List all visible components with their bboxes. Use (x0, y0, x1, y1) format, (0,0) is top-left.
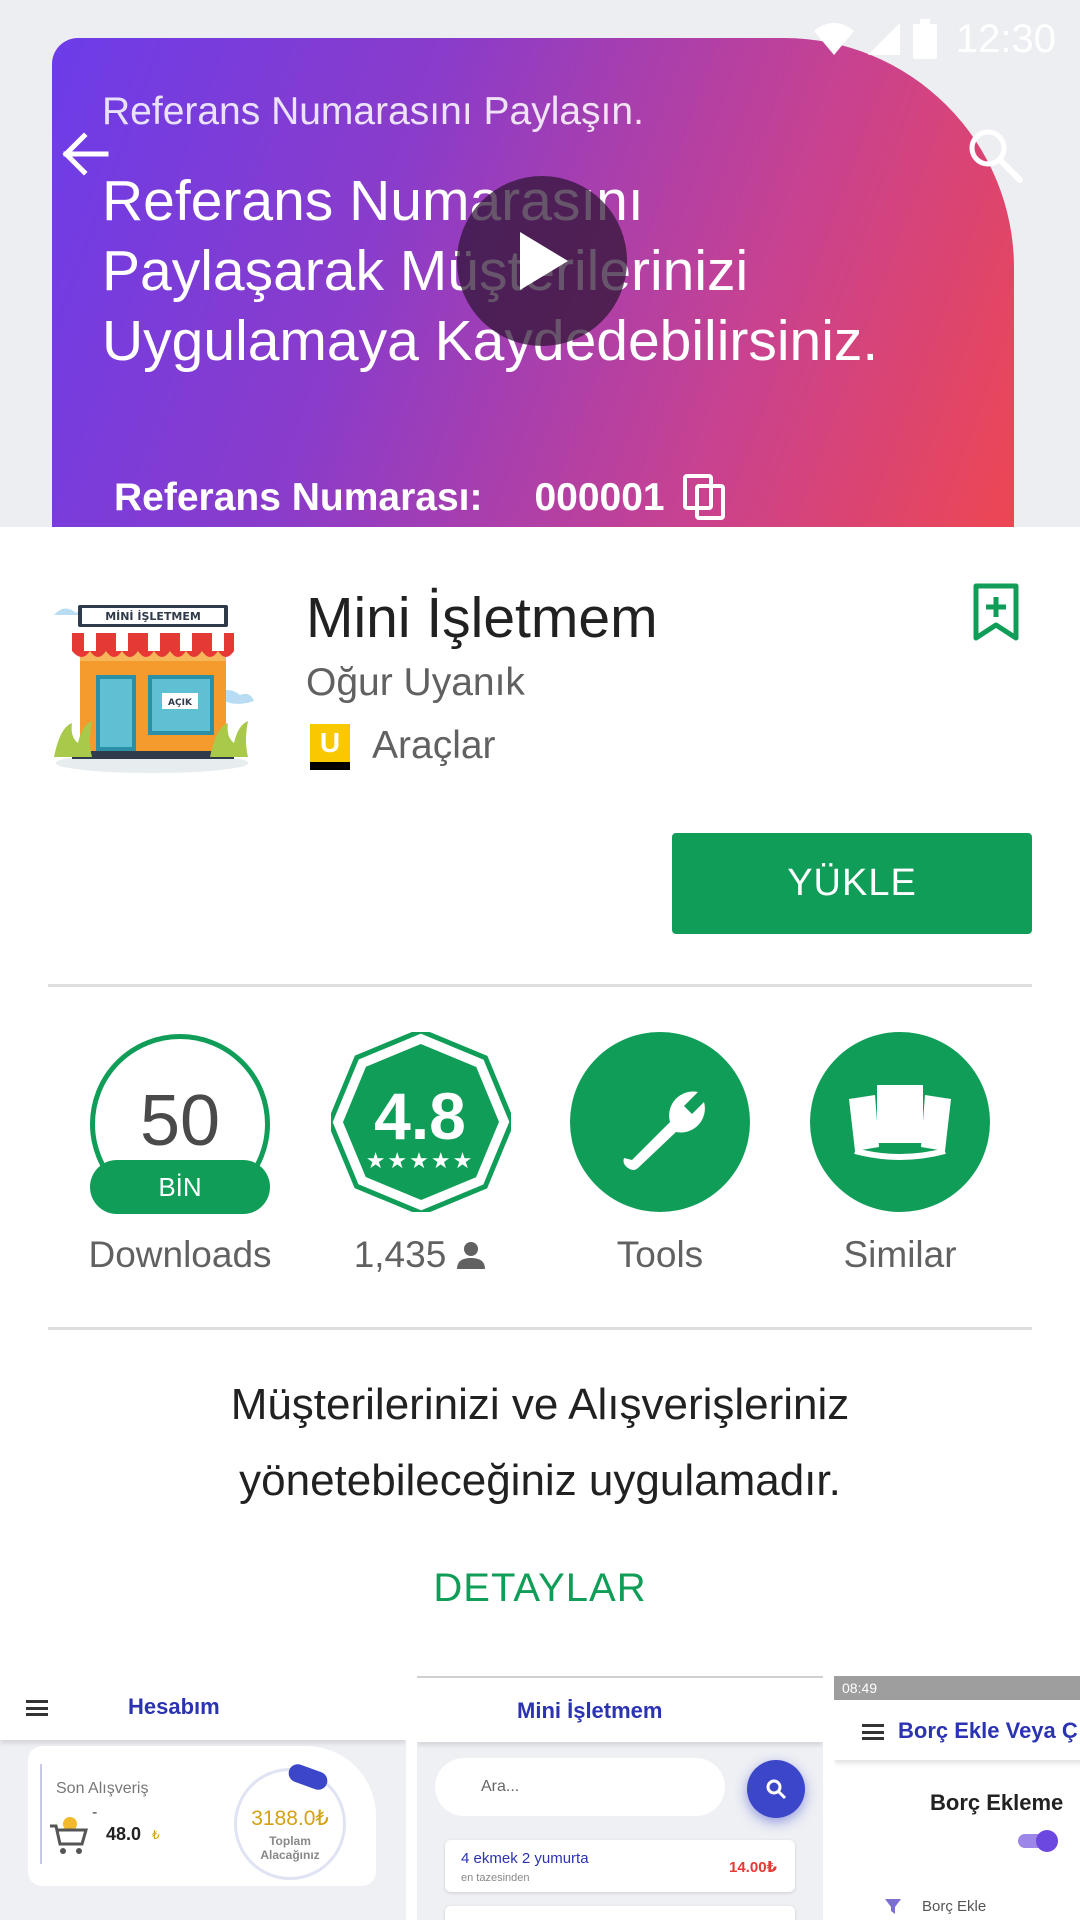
app-icon-sign-text: MİNİ İŞLETMEM (105, 609, 201, 623)
divider (48, 984, 1032, 987)
last-purchase-dash: - (92, 1804, 98, 1821)
reference-row: Referans Numarası: 000001 (114, 474, 727, 522)
play-icon (520, 232, 568, 290)
app-name: Mini İşletmem (306, 586, 658, 650)
card-divider (40, 1764, 42, 1864)
app-short-description: Müşterilerinizi ve Alışverişleriniz yöne… (90, 1367, 990, 1519)
item-price: 14.00₺ (729, 1859, 777, 1876)
screenshot-thumbnail[interactable]: 08:49 Borç Ekle Veya Ç Borç Ekleme Borç … (834, 1676, 1080, 1920)
total-label-line: Toplam (269, 1834, 311, 1848)
screenshot-title: Borç Ekle Veya Ç (898, 1718, 1078, 1743)
screenshot-search-button (747, 1760, 805, 1818)
menu-icon (862, 1724, 884, 1740)
last-purchase-amount: 48.0 (106, 1824, 142, 1844)
downloads-unit: BİN (90, 1160, 270, 1214)
app-icon-door-sign: AÇIK (168, 698, 193, 708)
menu-icon (26, 1700, 48, 1716)
tools-label: Tools (616, 1234, 704, 1275)
last-purchase-label: Son Alışveriş (56, 1780, 149, 1797)
add-to-wishlist-icon[interactable] (972, 583, 1020, 641)
description-line: Müşterilerinizi ve Alışverişleriniz (230, 1380, 850, 1429)
wifi-icon (813, 23, 854, 55)
screenshot-status-bar: 08:49 (834, 1676, 1080, 1700)
cell-signal-icon (867, 23, 900, 55)
play-store-app-page: Referans Numarasını Paylaşın. Referans N… (0, 0, 1080, 1920)
total-receivable-label: Toplam Alacağınız (234, 1834, 346, 1862)
status-time: 12:30 (955, 16, 1056, 61)
install-button[interactable]: YÜKLE (672, 833, 1032, 934)
tools-badge (570, 1032, 750, 1212)
play-video-button[interactable] (457, 176, 627, 346)
filter-icon (885, 1899, 901, 1914)
currency-symbol: ₺ (152, 1828, 160, 1842)
content-rating-badge: U (310, 724, 350, 770)
screenshot-search-field (435, 1758, 725, 1816)
status-bar: 12:30 (812, 14, 1080, 64)
screenshot-title: Mini İşletmem (517, 1698, 663, 1723)
app-icon: MİNİ İŞLETMEM AÇIK (54, 605, 254, 773)
add-debt-link: Borç Ekle (922, 1898, 987, 1915)
screenshot-thumbnail[interactable]: Mini İşletmem Ara... 4 ekmek 2 yumurta e… (417, 1676, 823, 1920)
app-category-link[interactable]: Araçlar (372, 724, 496, 768)
search-icon[interactable] (966, 126, 1024, 184)
total-label-line: Alacağınız (260, 1848, 320, 1862)
total-receivable: 3188.0₺ (251, 1807, 329, 1830)
screenshot-thumbnail[interactable]: Hesabım Son Alışveriş - 48.0 ₺ 3188.0₺ T… (0, 1676, 406, 1920)
reference-value: 000001 (534, 476, 665, 519)
description-line: yönetebileceğiniz uygulamadır. (239, 1456, 841, 1505)
rating-stars: ★★★★★ (365, 1148, 475, 1173)
back-arrow-icon[interactable] (58, 128, 110, 180)
screenshot-title: Hesabım (128, 1694, 220, 1719)
hero-banner[interactable]: Referans Numarasını Paylaşın. Referans N… (0, 0, 1080, 527)
search-icon (766, 1779, 787, 1800)
list-item (445, 1906, 795, 1920)
battery-icon (912, 19, 937, 59)
hero-subtitle: Referans Numarasını Paylaşın. (102, 90, 644, 133)
divider (48, 1327, 1032, 1330)
similar-label: Similar (843, 1234, 957, 1275)
details-link[interactable]: DETAYLAR (0, 1566, 1080, 1611)
debt-heading: Borç Ekleme (930, 1790, 1064, 1815)
person-icon (457, 1242, 486, 1269)
rating-count: 1,435 (353, 1234, 447, 1275)
copy-icon[interactable] (682, 474, 727, 522)
similar-apps-icon (849, 1085, 951, 1160)
content-rating-letter: U (310, 724, 350, 762)
debt-toggle (1018, 1830, 1058, 1852)
search-placeholder: Ara... (481, 1778, 520, 1795)
rating-count-row: 1,435 (300, 1234, 540, 1276)
item-note: en tazesinden (461, 1872, 530, 1884)
downloads-number: 50 (139, 1081, 221, 1161)
shopping-cart-icon (50, 1817, 88, 1854)
rating-value: 4.8 (374, 1079, 466, 1153)
wrench-icon (623, 1091, 705, 1170)
app-developer-link[interactable]: Oğur Uyanık (306, 661, 525, 705)
reference-label: Referans Numarası: (114, 476, 483, 519)
item-name: 4 ekmek 2 yumurta (461, 1850, 589, 1867)
downloads-label: Downloads (88, 1234, 272, 1275)
similar-badge (810, 1032, 990, 1212)
